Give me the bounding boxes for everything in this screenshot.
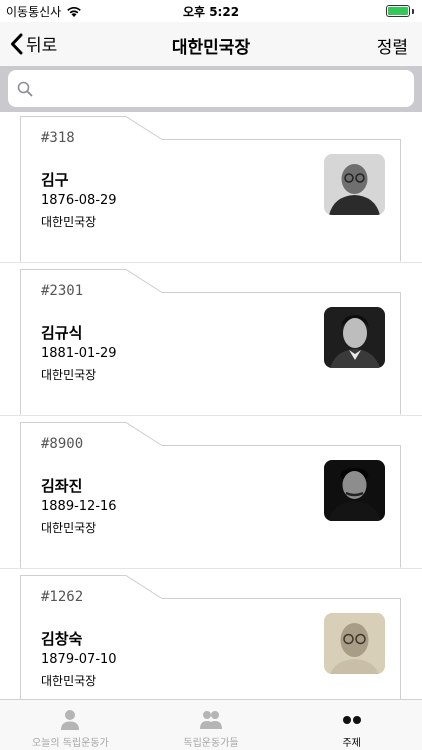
tab-bar: 오늘의 독립운동가 독립운동가들 주제 (0, 699, 422, 750)
status-time: 오후 5:22 (182, 5, 240, 19)
row-divider (0, 415, 422, 416)
recipient-birth-date: 1881-01-29 (41, 346, 117, 361)
portrait-photo[interactable] (324, 307, 385, 368)
recipient-award: 대한민국장 (41, 674, 97, 688)
chevron-left-icon (11, 33, 23, 54)
list-item[interactable]: #1262 김창숙 1879-07-10 대한민국장 (20, 575, 402, 699)
sort-button[interactable]: 정렬 (377, 33, 408, 58)
tab-label: 주제 (342, 738, 361, 749)
navigation-bar: 뒤로 대한민국장 정렬 (0, 22, 422, 66)
people-icon (200, 711, 222, 729)
row-divider (0, 262, 422, 263)
recipient-birth-date: 1889-12-16 (41, 499, 117, 514)
list-item[interactable]: #2301 김규식 1881-01-29 대한민국장 (20, 269, 402, 415)
portrait-photo[interactable] (324, 460, 385, 521)
recipient-name: 김규식 (41, 324, 83, 342)
row-divider (0, 568, 422, 569)
recipient-award: 대한민국장 (41, 215, 97, 229)
battery-icon (386, 5, 414, 17)
recipient-number: #1262 (41, 589, 84, 605)
recipient-number: #318 (41, 130, 75, 146)
tab-today-activist[interactable]: 오늘의 독립운동가 (0, 700, 141, 750)
recipient-award: 대한민국장 (41, 368, 97, 382)
recipient-name: 김구 (41, 171, 69, 189)
recipient-birth-date: 1876-08-29 (41, 193, 117, 208)
person-icon (61, 710, 80, 730)
list-item[interactable]: #318 김구 1876-08-29 대한민국장 (20, 116, 402, 262)
list-item[interactable]: #8900 김좌진 1889-12-16 대한민국장 (20, 422, 402, 568)
recipient-number: #8900 (41, 436, 84, 452)
back-button-label: 뒤로 (26, 36, 58, 56)
award-recipient-list: #318 김구 1876-08-29 대한민국장 #2301 김규식 1881-… (0, 112, 422, 699)
dots-icon (342, 715, 361, 724)
recipient-name: 김창숙 (41, 630, 83, 648)
tab-activists[interactable]: 독립운동가들 (141, 700, 282, 750)
tab-topics[interactable]: 주제 (281, 700, 422, 750)
status-bar: 이동통신사 오후 5:22 (0, 0, 422, 22)
search-input[interactable] (41, 79, 414, 98)
portrait-photo[interactable] (324, 613, 385, 674)
page-title: 대한민국장 (171, 38, 251, 58)
recipient-name: 김좌진 (41, 477, 83, 495)
search-field[interactable] (8, 70, 414, 107)
search-icon (17, 81, 33, 96)
recipient-number: #2301 (41, 283, 84, 299)
search-bar (0, 66, 422, 112)
back-button[interactable]: 뒤로 (10, 31, 57, 56)
portrait-photo[interactable] (324, 154, 385, 215)
recipient-birth-date: 1879-07-10 (41, 652, 117, 667)
tab-label: 독립운동가들 (183, 738, 239, 749)
recipient-award: 대한민국장 (41, 521, 97, 535)
tab-label: 오늘의 독립운동가 (31, 738, 109, 749)
